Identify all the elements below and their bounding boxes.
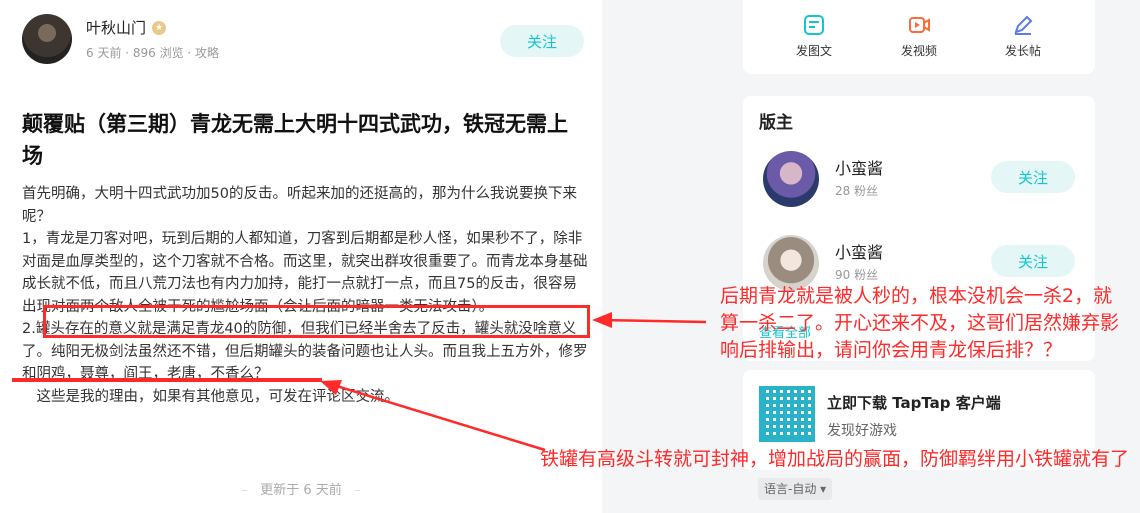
video-camera-icon: [909, 17, 930, 33]
image-post-icon: [804, 15, 824, 35]
moderator-item: 小蛮酱 28 粉丝 关注: [763, 151, 1083, 211]
highlight-box: [43, 305, 590, 338]
moderator-name[interactable]: 小蛮酱: [835, 239, 883, 263]
arrow-to-highlight-box: [592, 312, 707, 328]
verified-badge-icon: ★: [152, 20, 167, 35]
moderator-name[interactable]: 小蛮酱: [835, 155, 883, 179]
moderators-title: 版主: [759, 113, 793, 133]
language-selector[interactable]: 语言-自动 ▾: [758, 478, 833, 500]
divider: –: [241, 483, 248, 498]
updated-time: – 更新于 6 天前 –: [0, 479, 602, 498]
author-info: 叶秋山门 ★ 6 天前 · 896 浏览 · 攻略: [86, 17, 219, 61]
long-post-action[interactable]: 发长帖: [988, 14, 1058, 59]
pen-icon: [1014, 15, 1033, 35]
author-row: 叶秋山门 ★ 6 天前 · 896 浏览 · 攻略: [22, 14, 219, 64]
updated-label: 更新于 6 天前: [260, 483, 342, 498]
moderator-fans: 90 粉丝: [835, 268, 879, 282]
download-subtitle: 发现好游戏: [827, 423, 897, 439]
moderator-avatar[interactable]: [763, 151, 819, 207]
post-meta: 6 天前 · 896 浏览 · 攻略: [86, 46, 220, 60]
post-paragraph: 这些是我的理由，如果有其他意见，可发在评论区交流。: [22, 388, 399, 405]
image-post-label: 发图文: [795, 44, 832, 58]
author-avatar[interactable]: [22, 14, 72, 64]
video-post-action[interactable]: 发视频: [884, 14, 954, 59]
author-name[interactable]: 叶秋山门: [86, 17, 146, 38]
annotation-note-1: 后期青龙就是被人秒的，根本没机会一杀2，就算一杀二了。开心还来不及，这哥们居然嫌…: [720, 285, 1120, 361]
qr-code: [759, 386, 815, 442]
long-post-label: 发长帖: [1004, 44, 1041, 58]
post-actions-card: 发图文 发视频 发长帖: [743, 0, 1095, 74]
follow-moderator-button[interactable]: 关注: [991, 245, 1075, 277]
moderator-fans: 28 粉丝: [835, 184, 879, 198]
post-paragraph: 首先明确，大明十四式武功加50的反击。听起来加的还挺高的，那为什么我说要换下来呢…: [22, 186, 577, 225]
follow-moderator-button[interactable]: 关注: [991, 161, 1075, 193]
annotation-note-2: 铁罐有高级斗转就可封神，增加战局的赢面，防御羁绊用小铁罐就有了: [540, 448, 1130, 470]
download-title[interactable]: 立即下载 TapTap 客户端: [827, 392, 1001, 413]
post-card: 叶秋山门 ★ 6 天前 · 896 浏览 · 攻略 关注 颠覆贴（第三期）青龙无…: [0, 0, 602, 513]
divider: –: [354, 483, 361, 498]
highlight-underline: [12, 378, 322, 382]
image-post-action[interactable]: 发图文: [779, 14, 849, 59]
post-body: 首先明确，大明十四式武功加50的反击。听起来加的还挺高的，那为什么我说要换下来呢…: [22, 183, 588, 408]
follow-author-button[interactable]: 关注: [500, 25, 584, 57]
video-post-label: 发视频: [900, 44, 937, 58]
post-title: 颠覆贴（第三期）青龙无需上大明十四式武功，铁冠无需上场: [22, 112, 568, 168]
